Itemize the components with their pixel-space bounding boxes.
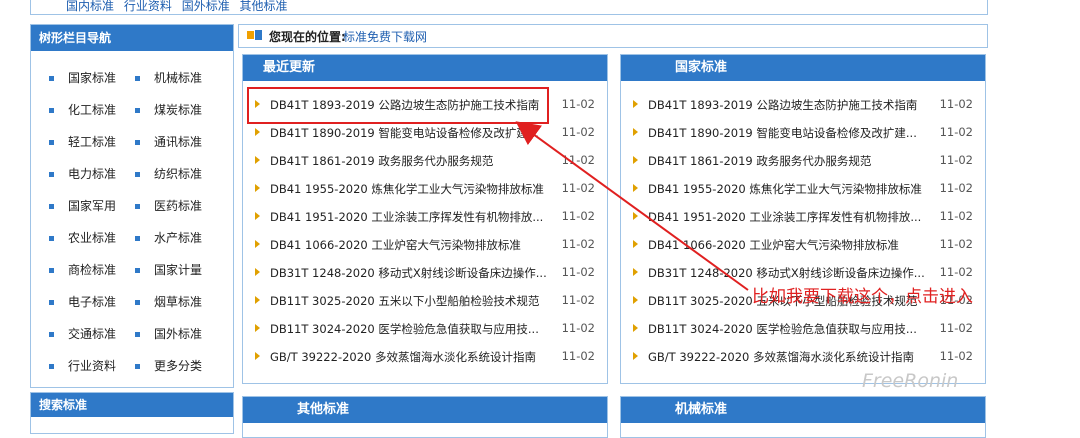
annotation-text: 比如我要下载这个，点击进入 bbox=[752, 287, 973, 307]
watermark: FreeRonin bbox=[862, 370, 959, 392]
annotation-arrow-icon bbox=[515, 121, 749, 291]
